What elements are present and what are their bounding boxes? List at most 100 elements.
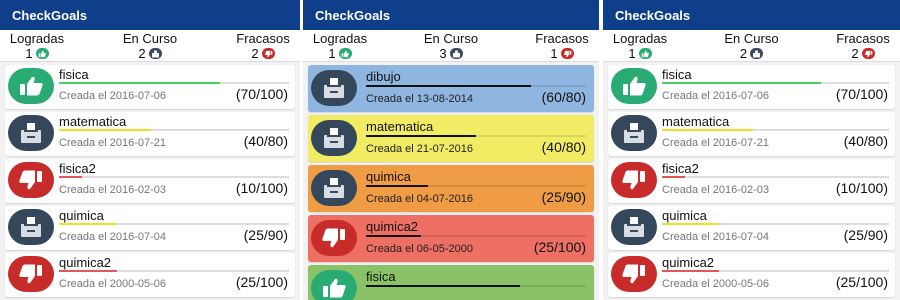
goal-progress-fill: [662, 223, 719, 225]
goal-progress-bar: [59, 270, 289, 272]
goal-card[interactable]: fisica Creada el 2016-07-06 (70/100): [5, 65, 295, 109]
goal-progress-bar: [366, 135, 586, 137]
goal-card[interactable]: fisica: [308, 265, 594, 300]
app-bar: CheckGoals: [303, 0, 599, 30]
goal-progress-bar: [59, 223, 289, 225]
goal-created-date: Creada el 2016-07-06: [59, 90, 167, 102]
goal-created-date: Creada el 21-07-2016: [366, 143, 474, 155]
phone-screen-2: CheckGoals Logradas 1 En Curso 3 Fracaso…: [303, 0, 599, 300]
goal-list: fisica Creada el 2016-07-06 (70/100) matem…: [603, 62, 900, 297]
stat-failed[interactable]: Fracasos 2: [830, 31, 896, 61]
goal-card[interactable]: matematica Creada el 2016-07-21 (40/80): [608, 112, 895, 156]
thumbs-down-icon: [261, 48, 275, 59]
thumbs-down-icon: [8, 162, 54, 198]
stat-achieved[interactable]: Logradas 1: [4, 31, 70, 61]
goal-card[interactable]: quimica Creada el 2016-07-04 (25/90): [5, 206, 295, 250]
ballot-box-icon: [8, 209, 54, 245]
stat-in-progress[interactable]: En Curso 2: [719, 31, 785, 61]
stat-count: 1: [628, 46, 636, 61]
goal-card[interactable]: quimica2 Creada el 2000-05-06 (25/100): [608, 253, 895, 297]
stat-achieved[interactable]: Logradas 1: [307, 31, 373, 61]
thumbs-down-icon: [611, 162, 657, 198]
stat-count: 2: [739, 46, 748, 61]
goal-progress-bar: [662, 176, 889, 178]
goal-card[interactable]: quimica Creada el 04-07-2016 (25/90): [308, 165, 594, 212]
goal-score: (40/80): [243, 133, 288, 149]
thumbs-up-icon: [35, 48, 49, 59]
thumbs-down-icon: [8, 256, 54, 292]
goal-card[interactable]: quimica2 Creada el 2000-05-06 (25/100): [5, 253, 295, 297]
stat-label: Fracasos: [236, 31, 290, 46]
stat-label: En Curso: [423, 31, 479, 46]
goal-progress-fill: [59, 223, 117, 225]
goal-card[interactable]: matematica Creada el 21-07-2016 (40/80): [308, 115, 594, 162]
goal-score: (40/80): [541, 139, 586, 155]
stat-in-progress[interactable]: En Curso 3: [418, 31, 484, 61]
ballot-box-icon: [311, 170, 357, 206]
phone-screen-3: CheckGoals Logradas 1 En Curso 2 Fracaso…: [603, 0, 900, 300]
goal-card[interactable]: fisica Creada el 2016-07-06 (70/100): [608, 65, 895, 109]
goal-score: (10/100): [235, 180, 288, 196]
goal-created-date: Creada el 2016-02-03: [662, 184, 770, 196]
goal-created-date: Creada el 2016-02-03: [59, 184, 167, 196]
goal-score: (25/100): [835, 274, 888, 290]
goal-name: quimica: [366, 169, 411, 184]
goal-created-date: Creada el 2016-07-21: [662, 137, 770, 149]
goal-name: fisica: [366, 269, 396, 284]
goal-score: (25/90): [243, 227, 288, 243]
goal-progress-fill: [366, 285, 520, 287]
stat-failed[interactable]: Fracasos 2: [230, 31, 296, 61]
goal-card[interactable]: fisica2 Creada el 2016-02-03 (10/100): [608, 159, 895, 203]
goal-score: (60/80): [541, 89, 586, 105]
ballot-box-icon: [8, 115, 54, 151]
goal-name: matematica: [366, 119, 434, 134]
goal-card[interactable]: fisica2 Creada el 2016-02-03 (10/100): [5, 159, 295, 203]
goal-card[interactable]: matematica Creada el 2016-07-21 (40/80): [5, 112, 295, 156]
goal-created-date: Creada el 13-08-2014: [366, 93, 474, 105]
goal-score: (10/100): [835, 180, 888, 196]
goal-progress-fill: [662, 82, 821, 84]
thumbs-up-icon: [311, 270, 357, 300]
goal-card[interactable]: dibujo Creada el 13-08-2014 (60/80): [308, 65, 594, 112]
goal-name: dibujo: [366, 69, 401, 84]
goal-card[interactable]: quimica Creada el 2016-07-04 (25/90): [608, 206, 895, 250]
goal-progress-fill: [59, 129, 151, 131]
stats-header: Logradas 1 En Curso 2 Fracasos 2: [603, 30, 900, 62]
goal-name: matematica: [662, 114, 730, 129]
goal-score: (25/90): [541, 189, 586, 205]
goal-progress-bar: [662, 270, 889, 272]
goal-name: quimica: [662, 208, 707, 223]
goal-progress-bar: [662, 82, 889, 84]
goal-created-date: Creada el 2000-05-06: [662, 278, 770, 290]
goal-progress-fill: [59, 82, 220, 84]
goal-progress-bar: [59, 129, 289, 131]
goal-name: fisica2: [59, 161, 96, 176]
stat-failed[interactable]: Fracasos 1: [529, 31, 595, 61]
stat-in-progress[interactable]: En Curso 2: [117, 31, 183, 61]
thumbs-down-icon: [861, 48, 875, 59]
thumbs-up-icon: [638, 48, 652, 59]
ballot-box-icon: [311, 70, 357, 106]
goal-created-date: Creada el 04-07-2016: [366, 193, 474, 205]
goal-list: fisica Creada el 2016-07-06 (70/100) matem…: [0, 62, 300, 297]
goal-card[interactable]: quimica2 Creada el 06-05-2000 (25/100): [308, 215, 594, 262]
stat-count: 2: [251, 46, 259, 61]
goal-created-date: Creada el 2016-07-04: [59, 231, 167, 243]
goal-score: (40/80): [843, 133, 888, 149]
stat-achieved[interactable]: Logradas 1: [607, 31, 673, 61]
thumbs-down-icon: [560, 48, 574, 59]
goal-score: (25/100): [533, 239, 586, 255]
goal-name: quimica2: [366, 219, 419, 234]
stat-label: Logradas: [9, 31, 65, 46]
stat-count: 1: [25, 46, 33, 61]
app-bar: CheckGoals: [0, 0, 300, 30]
stat-count: 2: [851, 46, 859, 61]
goal-name: fisica: [662, 67, 692, 82]
stats-header: Logradas 1 En Curso 3 Fracasos 1: [303, 30, 599, 62]
goal-progress-bar: [366, 235, 586, 237]
ballot-box-icon: [611, 115, 657, 151]
goal-progress-fill: [366, 85, 531, 87]
stat-label: En Curso: [122, 31, 178, 46]
goal-created-date: Creada el 06-05-2000: [366, 243, 474, 255]
stat-label: Logradas: [312, 31, 368, 46]
